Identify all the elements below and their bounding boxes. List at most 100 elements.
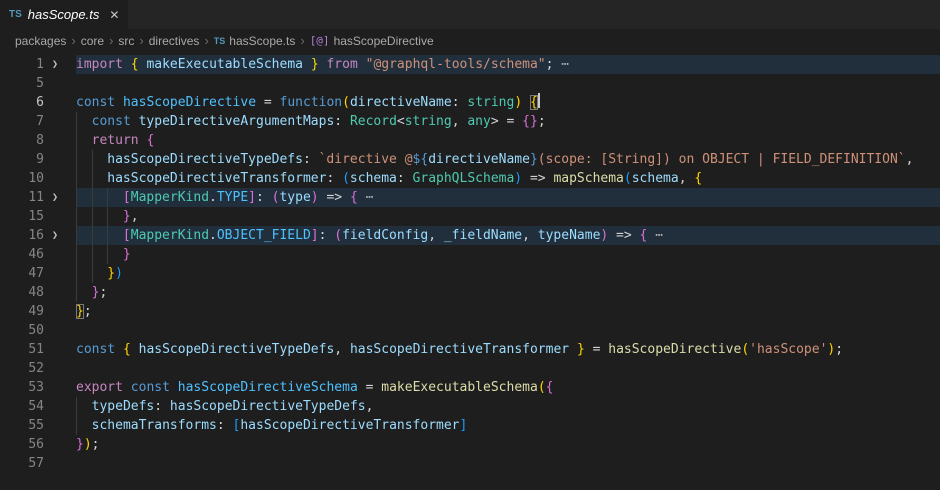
indent-guide bbox=[92, 245, 108, 264]
token-b2: ] bbox=[460, 418, 468, 433]
code-line[interactable]: 1❯import { makeExecutableSchema } from "… bbox=[0, 55, 940, 74]
token-str: (scope: [String]) on OBJECT | FIELD_DEFI… bbox=[538, 152, 906, 167]
gutter-space bbox=[44, 112, 76, 131]
token-b0: ( bbox=[342, 95, 350, 110]
breadcrumb-separator: › bbox=[204, 33, 208, 48]
fold-chevron-icon[interactable]: ❯ bbox=[44, 188, 76, 207]
code-line-text: hasScopeDirectiveTypeDefs: `directive @$… bbox=[76, 150, 940, 169]
token-var: typeDefs bbox=[92, 399, 155, 414]
gutter-space bbox=[44, 302, 76, 321]
symbol-function-icon: [@] bbox=[310, 34, 330, 47]
token-cvar: TYPE bbox=[217, 190, 248, 205]
token-type: MapperKind bbox=[131, 228, 209, 243]
line-number: 5 bbox=[0, 74, 44, 93]
close-icon[interactable]: ✕ bbox=[109, 8, 119, 22]
line-number: 52 bbox=[0, 359, 44, 378]
token-pl: . bbox=[209, 228, 217, 243]
code-line[interactable]: 10hasScopeDirectiveTransformer: (schema:… bbox=[0, 169, 940, 188]
indent-guide bbox=[92, 169, 108, 188]
code-area[interactable]: 1❯import { makeExecutableSchema } from "… bbox=[0, 52, 940, 473]
gutter-space bbox=[44, 169, 76, 188]
code-line-text bbox=[76, 74, 940, 93]
token-fold: ⋯ bbox=[655, 228, 663, 243]
line-number: 54 bbox=[0, 397, 44, 416]
code-line-text: }, bbox=[76, 207, 940, 226]
token-b2: ) bbox=[115, 266, 123, 281]
token-b1: } bbox=[123, 209, 131, 224]
code-line[interactable]: 56}); bbox=[0, 435, 940, 454]
code-line-text: }; bbox=[76, 283, 940, 302]
code-line[interactable]: 46} bbox=[0, 245, 940, 264]
breadcrumb-directives[interactable]: directives bbox=[149, 34, 200, 48]
token-pl: , bbox=[428, 228, 444, 243]
breadcrumb-core[interactable]: core bbox=[81, 34, 104, 48]
token-tp: } bbox=[530, 152, 538, 167]
code-line[interactable]: 57 bbox=[0, 454, 940, 473]
breadcrumb-separator: › bbox=[300, 33, 304, 48]
token-b2: ( bbox=[624, 171, 632, 186]
token-b0: } bbox=[577, 342, 585, 357]
token-b0: { bbox=[123, 342, 131, 357]
fold-chevron-icon[interactable]: ❯ bbox=[44, 226, 76, 245]
token-pl: : bbox=[217, 418, 233, 433]
fold-chevron-icon[interactable]: ❯ bbox=[44, 55, 76, 74]
tab-title: hasScope.ts bbox=[28, 7, 100, 22]
code-line[interactable]: 51const { hasScopeDirectiveTypeDefs, has… bbox=[0, 340, 940, 359]
code-line[interactable]: 5 bbox=[0, 74, 940, 93]
code-line[interactable]: 9 hasScopeDirectiveTypeDefs: `directive @… bbox=[0, 150, 940, 169]
code-line[interactable]: 48}; bbox=[0, 283, 940, 302]
token-b1: ) bbox=[311, 190, 319, 205]
token-pl bbox=[131, 342, 139, 357]
code-line[interactable]: 6const hasScopeDirective = function(dire… bbox=[0, 93, 940, 112]
breadcrumb-separator: › bbox=[139, 33, 143, 48]
code-line[interactable]: 11❯[MapperKind.TYPE]: (type) => { ⋯ bbox=[0, 188, 940, 207]
breadcrumb-packages[interactable]: packages bbox=[15, 34, 66, 48]
code-line[interactable]: 52 bbox=[0, 359, 940, 378]
tab-hasscope[interactable]: TS hasScope.ts ✕ bbox=[0, 0, 128, 29]
code-line[interactable]: 8return { bbox=[0, 131, 940, 150]
indent-guide bbox=[76, 150, 92, 169]
token-var: hasScopeDirectiveTransformer bbox=[107, 171, 326, 186]
line-number: 8 bbox=[0, 131, 44, 150]
token-pl: , bbox=[679, 171, 695, 186]
token-pl: => bbox=[319, 190, 350, 205]
indent-guide bbox=[76, 131, 92, 150]
token-b0: ) bbox=[514, 95, 522, 110]
code-line[interactable]: 55schemaTransforms: [hasScopeDirectiveTr… bbox=[0, 416, 940, 435]
token-pl: : bbox=[319, 228, 335, 243]
line-number: 7 bbox=[0, 112, 44, 131]
token-pl: ; bbox=[92, 437, 100, 452]
token-var: directiveName bbox=[428, 152, 530, 167]
code-line[interactable]: 16❯[MapperKind.OBJECT_FIELD]: (fieldConf… bbox=[0, 226, 940, 245]
code-line[interactable]: 7const typeDirectiveArgumentMaps: Record… bbox=[0, 112, 940, 131]
token-fold: ⋯ bbox=[366, 190, 374, 205]
indent-guide bbox=[92, 226, 108, 245]
token-pl bbox=[131, 114, 139, 129]
code-line[interactable]: 53export const hasScopeDirectiveSchema =… bbox=[0, 378, 940, 397]
breadcrumb-src[interactable]: src bbox=[118, 34, 134, 48]
line-number: 48 bbox=[0, 283, 44, 302]
gutter-space bbox=[44, 150, 76, 169]
line-number: 9 bbox=[0, 150, 44, 169]
breadcrumb-file[interactable]: hasScope.ts bbox=[229, 34, 295, 48]
code-line[interactable]: 50 bbox=[0, 321, 940, 340]
token-var: schema bbox=[350, 171, 397, 186]
code-line[interactable]: 15}, bbox=[0, 207, 940, 226]
token-var: typeDirectiveArgumentMaps bbox=[139, 114, 335, 129]
indent-guide bbox=[92, 188, 108, 207]
breadcrumb-separator: › bbox=[71, 33, 75, 48]
token-var: makeExecutableSchema bbox=[146, 57, 303, 72]
line-number: 49 bbox=[0, 302, 44, 321]
code-line[interactable]: 54typeDefs: hasScopeDirectiveTypeDefs, bbox=[0, 397, 940, 416]
token-b1: ] bbox=[311, 228, 319, 243]
gutter-space bbox=[44, 131, 76, 150]
code-line-text: [MapperKind.OBJECT_FIELD]: (fieldConfig,… bbox=[76, 226, 940, 245]
line-number: 50 bbox=[0, 321, 44, 340]
gutter-space bbox=[44, 93, 76, 112]
token-kw: export bbox=[76, 380, 123, 395]
code-line[interactable]: 47}) bbox=[0, 264, 940, 283]
token-b2: ) bbox=[514, 171, 522, 186]
code-line[interactable]: 49}; bbox=[0, 302, 940, 321]
token-b1: { bbox=[546, 380, 554, 395]
breadcrumb-symbol[interactable]: hasScopeDirective bbox=[334, 34, 434, 48]
